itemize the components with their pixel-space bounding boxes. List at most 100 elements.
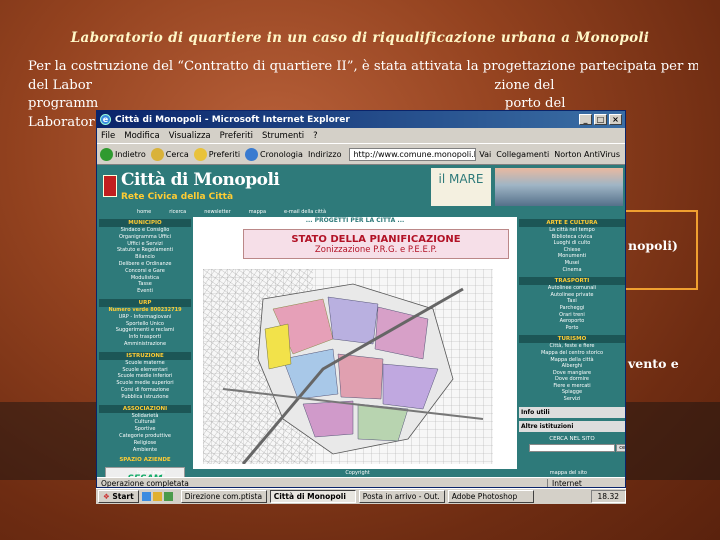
sidebar-link[interactable]: Organigramma Uffici [99,234,191,241]
sidebar-link[interactable]: URP - Informagiovani [99,314,191,321]
sidebar-link[interactable]: Solidarietà [99,413,191,420]
sidebar-link[interactable]: Aeroporto [519,318,625,325]
sidebar-link[interactable]: Categorie produttive [99,433,191,440]
task-button[interactable]: Direzione com.ptista [180,490,267,503]
close-icon[interactable]: × [609,114,622,125]
sidebar-link[interactable]: Numero verde 800232719 [99,307,191,314]
sidebar-link[interactable]: La città nel tempo [519,227,625,234]
links-button[interactable]: Collegamenti [496,150,549,159]
sidebar-link[interactable]: Eventi [99,288,191,295]
task-button[interactable]: Adobe Photoshop [447,490,534,503]
sidebar-link[interactable]: Chiese [519,247,625,254]
sidebar-link[interactable]: Orari treni [519,312,625,319]
quick-launch [141,492,175,501]
desktop-quicklaunch-icon[interactable] [163,492,173,501]
sidebar-link[interactable]: Porto [519,325,625,332]
footer-sitemap[interactable]: mappa del sito [550,470,587,476]
paragraph-line: del Labor zione del [28,77,555,93]
sidebar-link[interactable]: Servizi [519,396,625,403]
sidebar-link[interactable]: Scuole medie inferiori [99,373,191,380]
footer-home[interactable]: home page [137,470,165,476]
sidebar-link[interactable]: Tasse [99,281,191,288]
address-input[interactable]: http://www.comune.monopoli.ba.it/ [349,147,477,161]
sidebar-link[interactable]: Musei [519,260,625,267]
nav-mappa[interactable]: mappa [249,209,266,217]
sidebar-link[interactable]: Biblioteca civica [519,234,625,241]
menu-modifica[interactable]: Modifica [124,131,160,141]
sidebar-link[interactable]: Bilancio [99,254,191,261]
sidebar-link[interactable]: Sportello Unico [99,321,191,328]
task-button-active[interactable]: Città di Monopoli [269,490,356,503]
sidebar-link[interactable]: Sportive [99,426,191,433]
sidebar-link[interactable]: Corsi di formazione [99,387,191,394]
status-text: Operazione completata [101,479,189,488]
altre-istituzioni-link[interactable]: Altre istituzioni [519,420,625,432]
favorites-button[interactable]: Preferiti [193,147,240,161]
site-search-button[interactable]: cerca [616,443,625,452]
sidebar-link[interactable]: Culturali [99,419,191,426]
sidebar-link[interactable]: Ambiente [99,447,191,454]
sidebar-link[interactable]: Luoghi di culto [519,240,625,247]
zoning-map[interactable] [203,269,493,464]
sidebar-link[interactable]: Autolinee comunali [519,285,625,292]
maximize-icon[interactable]: □ [594,114,607,125]
nav-email[interactable]: e-mail della città [284,209,326,217]
menu-help[interactable]: ? [313,131,318,141]
sidebar-link[interactable]: Fiere e mercati [519,383,625,390]
system-clock: 18.32 [590,490,626,503]
site-search-input[interactable]: cerca [529,443,625,452]
banner-il-mare[interactable]: il MARE [431,168,491,206]
sidebar-link[interactable]: Info trasporti [99,334,191,341]
sidebar-link[interactable]: Spiagge [519,389,625,396]
search-button[interactable]: Cerca [150,147,189,161]
nav-newsletter[interactable]: newsletter [204,209,230,217]
sidebar-link[interactable]: Suggerimenti e reclami [99,327,191,334]
slide-text-fragment: nopoli) [628,238,678,253]
menu-preferiti[interactable]: Preferiti [220,131,253,141]
sidebar-link[interactable]: Delibere e Ordinanze [99,261,191,268]
sidebar-link[interactable]: Amministrazione [99,341,191,348]
nav-home[interactable]: home [137,209,151,217]
star-icon [193,147,207,161]
ie-quicklaunch-icon[interactable] [141,492,151,501]
sidebar-link[interactable]: Parcheggi [519,305,625,312]
right-sidebar: ARTE E CULTURA La città nel tempo Biblio… [517,217,625,469]
sidebar-link[interactable]: Scuole elementari [99,367,191,374]
go-button[interactable]: Vai [479,150,491,159]
sidebar-link[interactable]: Scuole medie superiori [99,380,191,387]
sidebar-link[interactable]: Pubblica Istruzione [99,394,191,401]
history-button[interactable]: Cronologia [245,147,303,161]
nav-ricerca[interactable]: ricerca [169,209,186,217]
sidebar-link[interactable]: Autolinee private [519,292,625,299]
sidebar-link[interactable]: Scuole materne [99,360,191,367]
sidebar-link[interactable]: Dove mangiare [519,370,625,377]
start-button[interactable]: ❖ Start [98,490,139,503]
sidebar-link[interactable]: Modulistica [99,275,191,282]
sidebar-link[interactable]: Mappa del centro storico [519,350,625,357]
window-titlebar[interactable]: e Città di Monopoli - Microsoft Internet… [97,111,625,128]
sidebar-link[interactable]: Alberghi [519,363,625,370]
info-utili-link[interactable]: Info utili [519,406,625,418]
sidebar-link[interactable]: Sindaco e Consiglio [99,227,191,234]
sidebar-link[interactable]: Taxi [519,298,625,305]
menu-file[interactable]: File [101,131,115,141]
footer-copyright: Copyright [345,470,370,476]
sidebar-link[interactable]: Concorsi e Gare [99,268,191,275]
task-button[interactable]: Posta in arrivo - Out. [358,490,445,503]
sidebar-link[interactable]: Mappa della città [519,357,625,364]
sidebar-link[interactable]: Dove dormire [519,376,625,383]
sidebar-link[interactable]: Uffici e Servizi [99,241,191,248]
minimize-icon[interactable]: _ [579,114,592,125]
sidebar-link[interactable]: Cinema [519,267,625,274]
outlook-quicklaunch-icon[interactable] [152,492,162,501]
sidebar-link[interactable]: Statuto e Regolamenti [99,247,191,254]
paragraph-line: Per la costruzione del “Contratto di qua… [28,59,698,74]
sidebar-link[interactable]: Città, feste e fiere [519,343,625,350]
menu-strumenti[interactable]: Strumenti [262,131,304,141]
back-button[interactable]: Indietro [100,147,146,161]
sidebar-link[interactable]: Monumenti [519,253,625,260]
menu-visualizza[interactable]: Visualizza [169,131,211,141]
sidebar-link[interactable]: Religiose [99,440,191,447]
antivirus-button[interactable]: Norton AntiVirus [554,150,620,159]
site-header: Città di Monopoli Rete Civica della Citt… [97,165,625,209]
